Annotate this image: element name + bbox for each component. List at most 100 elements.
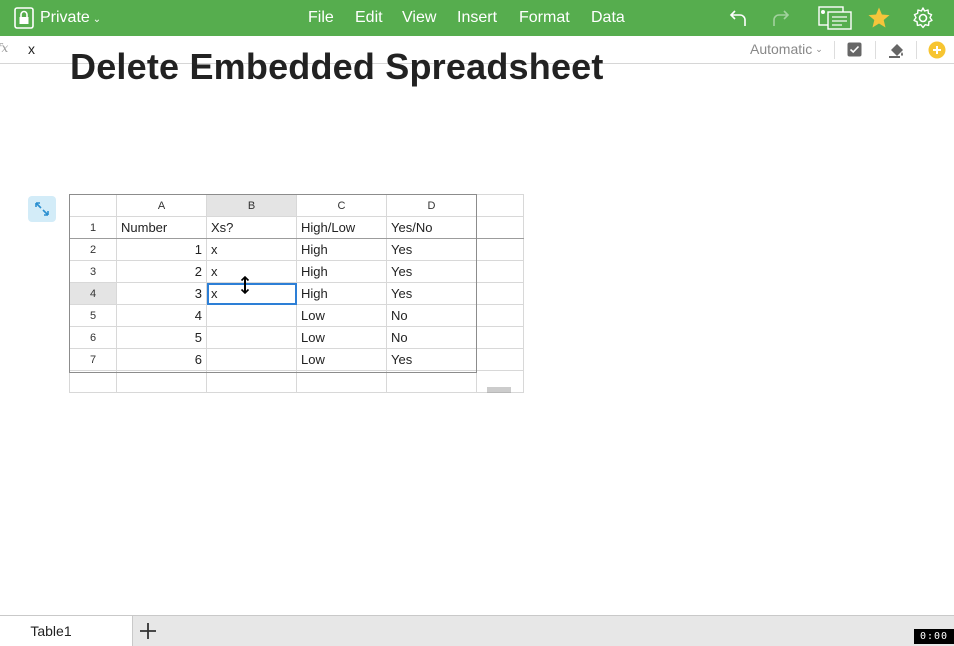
cell-a6[interactable]: 5 [116,326,207,349]
cell-c4[interactable]: High [296,282,387,305]
divider [834,41,835,59]
cell-d2[interactable]: Yes [386,238,477,261]
cell-d7[interactable]: Yes [386,348,477,371]
empty-cell[interactable] [476,282,524,305]
cell-b2[interactable]: x [206,238,297,261]
divider [875,41,876,59]
cell-d3[interactable]: Yes [386,260,477,283]
empty-cell[interactable] [476,348,524,371]
empty-cell[interactable] [116,370,207,393]
format-label: Automatic [750,41,813,57]
empty-cell[interactable] [476,238,524,261]
cell-a5[interactable]: 4 [116,304,207,327]
privacy-dropdown[interactable]: Private ⌄ [40,0,101,36]
menu-edit[interactable]: Edit [355,0,383,36]
corner-cell[interactable] [69,194,117,217]
fill-icon[interactable] [888,41,906,59]
empty-cell[interactable] [476,326,524,349]
empty-cell[interactable] [386,370,477,393]
spreadsheet-grid: A B C D 1 Number Xs? High/Low Yes/No 2 1… [69,194,524,393]
cell-a3[interactable]: 2 [116,260,207,283]
empty-cell[interactable] [476,260,524,283]
cell-d5[interactable]: No [386,304,477,327]
cell-d1[interactable]: Yes/No [386,216,477,239]
empty-cell[interactable] [69,370,117,393]
empty-cell[interactable] [476,216,524,239]
cell-d6[interactable]: No [386,326,477,349]
add-comment-icon[interactable] [928,41,946,59]
table-row: 1 Number Xs? High/Low Yes/No [69,216,524,239]
table-row: 4 3 x High Yes [69,282,524,305]
menu-insert[interactable]: Insert [457,0,497,36]
row-header-7[interactable]: 7 [69,348,117,371]
empty-column-header[interactable] [476,194,524,217]
table-row: 5 4 Low No [69,304,524,327]
cell-c1[interactable]: High/Low [296,216,387,239]
star-icon[interactable] [866,0,892,36]
row-header-6[interactable]: 6 [69,326,117,349]
cell-a4[interactable]: 3 [116,282,207,305]
column-header-row: A B C D [69,194,524,217]
chevron-down-icon: ⌄ [815,43,823,54]
empty-cell[interactable] [476,304,524,327]
menu-format[interactable]: Format [519,0,570,36]
empty-row [69,370,524,393]
table-row: 3 2 x High Yes [69,260,524,283]
plus-icon [140,623,156,639]
cell-a7[interactable]: 6 [116,348,207,371]
menu-view[interactable]: View [402,0,436,36]
sheet-tab-table1[interactable]: Table1 [0,616,133,646]
checkbox-icon[interactable] [847,42,862,57]
row-header-5[interactable]: 5 [69,304,117,327]
present-icon[interactable] [818,0,852,36]
row-header-3[interactable]: 3 [69,260,117,283]
fx-label: fx [0,41,9,55]
menu-file[interactable]: File [308,0,334,36]
expand-button[interactable] [28,196,56,222]
cell-b7[interactable] [206,348,297,371]
cell-a2[interactable]: 1 [116,238,207,261]
top-toolbar: Private ⌄ File Edit View Insert Format D… [0,0,954,36]
column-header-b[interactable]: B [206,194,297,217]
sheet-tab-label: Table1 [30,623,72,639]
column-header-d[interactable]: D [386,194,477,217]
row-header-4[interactable]: 4 [69,282,117,305]
resize-handle-icon[interactable] [487,380,511,393]
table-row: 2 1 x High Yes [69,238,524,261]
clock-readout: 0:00 [914,629,954,644]
embedded-spreadsheet[interactable]: A B C D 1 Number Xs? High/Low Yes/No 2 1… [69,194,524,393]
undo-icon[interactable] [727,0,749,36]
format-dropdown[interactable]: Automatic ⌄ [750,41,823,57]
cell-d4[interactable]: Yes [386,282,477,305]
cell-c2[interactable]: High [296,238,387,261]
page-title[interactable]: Delete Embedded Spreadsheet [70,46,604,88]
menu-data[interactable]: Data [591,0,625,36]
add-sheet-button[interactable] [138,621,158,641]
column-header-c[interactable]: C [296,194,387,217]
text-cursor-icon [238,275,252,295]
lock-icon[interactable] [12,0,36,36]
cell-c7[interactable]: Low [296,348,387,371]
cell-b6[interactable] [206,326,297,349]
divider [916,41,917,59]
cell-c3[interactable]: High [296,260,387,283]
cell-b1[interactable]: Xs? [206,216,297,239]
column-header-a[interactable]: A [116,194,207,217]
row-header-2[interactable]: 2 [69,238,117,261]
table-row: 6 5 Low No [69,326,524,349]
chevron-down-icon: ⌄ [92,13,102,25]
cell-c5[interactable]: Low [296,304,387,327]
gear-icon[interactable] [910,0,936,36]
redo-icon[interactable] [770,0,792,36]
cell-a1[interactable]: Number [116,216,207,239]
empty-cell[interactable] [206,370,297,393]
row-header-1[interactable]: 1 [69,216,117,239]
table-row: 7 6 Low Yes [69,348,524,371]
sheet-tab-bar: Table1 [0,615,954,646]
empty-cell[interactable] [296,370,387,393]
cell-c6[interactable]: Low [296,326,387,349]
formula-input[interactable]: x [28,41,35,57]
expand-icon [35,202,49,216]
privacy-label: Private [40,9,90,26]
cell-b5[interactable] [206,304,297,327]
